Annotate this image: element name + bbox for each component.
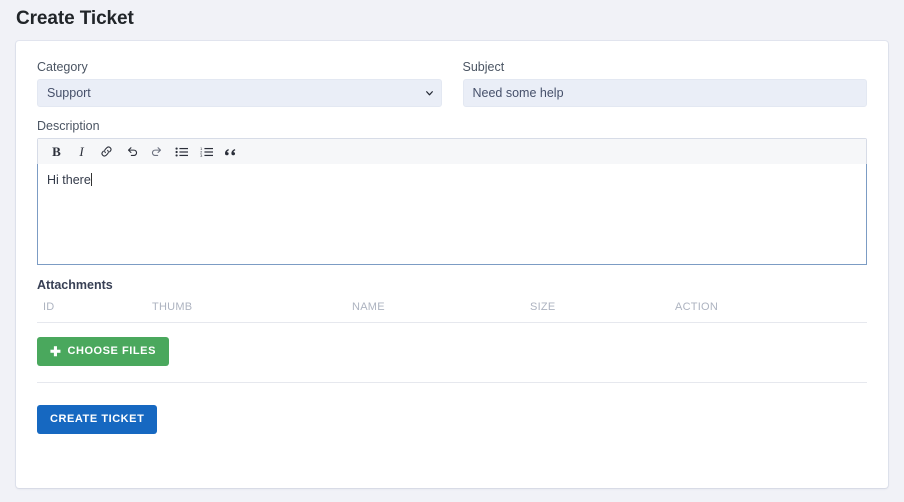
category-subject-row: Category Support Subject [37,59,867,107]
category-select[interactable]: Support [37,79,442,107]
editor-toolbar: B I 1 2 3 [38,139,866,165]
card-body: Category Support Subject Need some help … [16,41,888,488]
description-text: Hi there [47,173,91,187]
column-header-id: ID [37,301,152,323]
attachments-table: ID THUMB NAME SIZE ACTION [37,301,867,323]
create-ticket-card: Category Support Subject Need some help … [16,41,888,488]
choose-files-label: CHOOSE FILES [67,345,156,357]
text-caret [90,173,92,186]
table-header-row: ID THUMB NAME SIZE ACTION [37,301,867,323]
description-editor-area[interactable]: Hi there [37,164,867,265]
submit-row: CREATE TICKET [37,405,867,434]
undo-icon[interactable] [119,140,144,164]
category-field-group: Category Support [37,59,442,107]
quote-icon[interactable] [219,140,244,164]
plus-icon: ✚ [50,344,62,359]
column-header-action: ACTION [675,301,867,323]
subject-input[interactable] [462,79,867,107]
column-header-size: SIZE [530,301,675,323]
unordered-list-icon[interactable] [169,140,194,164]
redo-icon[interactable] [144,140,169,164]
rich-text-editor: B I 1 2 3 Hi there [37,138,867,265]
attachments-section: Attachments ID THUMB NAME SIZE ACTION ✚ [37,278,867,383]
description-label: Description [37,119,100,133]
subject-field-group: Subject [462,59,867,107]
column-header-name: NAME [352,301,530,323]
ordered-list-icon[interactable]: 1 2 3 [194,140,219,164]
column-header-thumb: THUMB [152,301,352,323]
create-ticket-label: CREATE TICKET [50,413,145,425]
category-select-wrapper: Support [37,79,442,107]
description-field-group: Description B I 1 2 3 Hi there [37,118,867,265]
choose-files-button[interactable]: ✚ CHOOSE FILES [37,337,169,366]
choose-files-row: ✚ CHOOSE FILES [37,337,867,383]
create-ticket-button[interactable]: CREATE TICKET [37,405,158,434]
category-label: Category [37,60,88,74]
attachments-title: Attachments [37,278,113,292]
bold-icon[interactable]: B [44,140,69,164]
attachments-table-head: ID THUMB NAME SIZE ACTION [37,301,867,323]
link-icon[interactable] [94,140,119,164]
italic-icon[interactable]: I [69,140,94,164]
svg-text:3: 3 [200,152,203,157]
subject-label: Subject [462,60,505,74]
page-title: Create Ticket [16,8,134,29]
